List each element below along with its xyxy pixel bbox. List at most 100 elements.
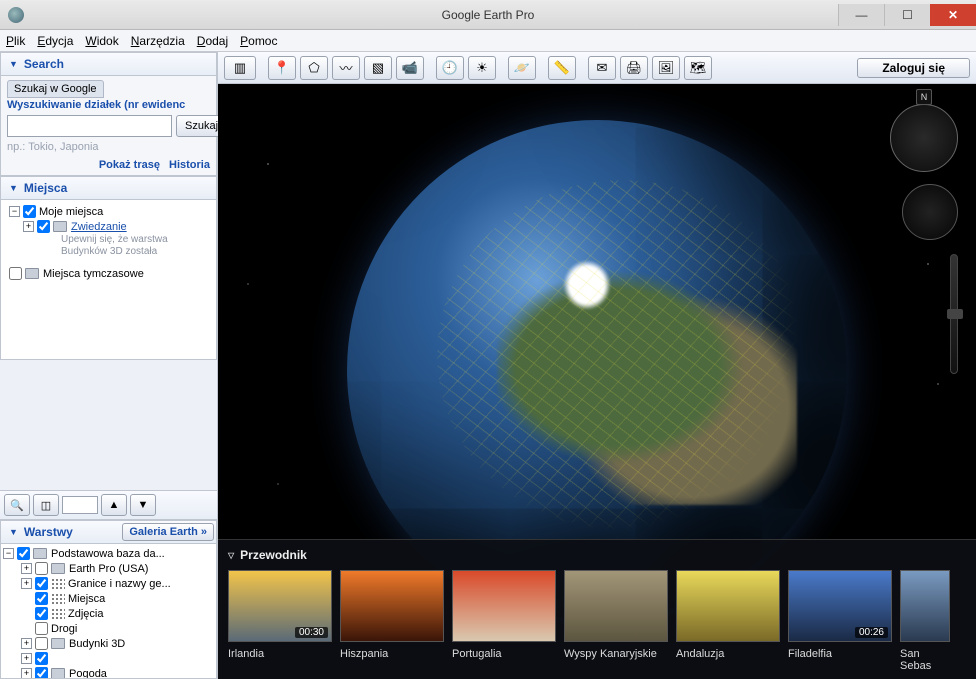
layer-checkbox[interactable] [35, 652, 48, 665]
guide-card[interactable]: Andaluzja [676, 570, 780, 672]
layer-label: Miejsca [68, 593, 105, 605]
tour-checkbox[interactable] [37, 220, 50, 233]
move-up-button[interactable]: ▲ [101, 494, 127, 516]
guide-card[interactable]: 00:26Filadelfia [788, 570, 892, 672]
guide-card[interactable]: 00:30Irlandia [228, 570, 332, 672]
places-toolbar: 🔍 ◫ ▲ ▼ [0, 490, 217, 520]
layer-checkbox[interactable] [35, 562, 48, 575]
layer-item[interactable]: + Budynki 3D [3, 636, 214, 651]
expand-icon[interactable]: + [21, 578, 32, 589]
guide-header[interactable]: ▽ Przewodnik [218, 540, 976, 570]
polygon-button[interactable]: ⬠ [300, 56, 328, 80]
guide-card-label: San Sebas [900, 648, 950, 672]
history-link[interactable]: Historia [169, 159, 210, 171]
print-button[interactable]: 🖨 [620, 56, 648, 80]
image-overlay-button[interactable]: ▧ [364, 56, 392, 80]
layer-item[interactable]: +Granice i nazwy ge... [3, 576, 214, 591]
places-temp[interactable]: Miejsca tymczasowe [5, 266, 212, 281]
compass-control[interactable] [890, 104, 958, 172]
opacity-slider[interactable] [62, 496, 98, 514]
layer-item[interactable]: Miejsca [3, 591, 214, 606]
guide-thumbnail[interactable]: 00:30 [228, 570, 332, 642]
expand-icon[interactable]: + [21, 638, 32, 649]
earth-gallery-button[interactable]: Galeria Earth » [122, 523, 214, 541]
layer-item[interactable]: Drogi [3, 621, 214, 636]
collapse-icon: ▽ [228, 551, 234, 560]
temp-label: Miejsca tymczasowe [43, 268, 144, 280]
show-route-link[interactable]: Pokaż trasę [99, 159, 160, 171]
guide-card-label: Portugalia [452, 648, 556, 660]
menu-tools[interactable]: Narzędzia [131, 34, 185, 48]
search-panel-header[interactable]: ▼ Search [0, 52, 217, 76]
folder-icon [51, 668, 65, 679]
layers-header-toggle[interactable]: ▼ Warstwy [1, 521, 120, 543]
search-tab-google[interactable]: Szukaj w Google [7, 80, 104, 98]
expand-icon[interactable]: − [3, 548, 14, 559]
my-places-checkbox[interactable] [23, 205, 36, 218]
temp-checkbox[interactable] [9, 267, 22, 280]
guide-thumbnail[interactable]: 00:26 [788, 570, 892, 642]
menu-help[interactable]: Pomoc [240, 34, 277, 48]
expand-icon[interactable]: + [21, 668, 32, 679]
menu-view[interactable]: Widok [85, 34, 118, 48]
move-down-button[interactable]: ▼ [130, 494, 156, 516]
historical-imagery-button[interactable]: 🕘 [436, 56, 464, 80]
earth-viewport[interactable]: ▽ Przewodnik 00:30IrlandiaHiszpania Portu… [218, 84, 976, 679]
search-parcels-link[interactable]: Wyszukiwanie działek (nr ewidenc [7, 99, 185, 111]
places-my-places[interactable]: − Moje miejsca [5, 204, 212, 219]
layers-root[interactable]: − Podstawowa baza da... [3, 546, 214, 561]
search-input[interactable] [7, 115, 172, 137]
layer-checkbox[interactable] [35, 577, 48, 590]
layer-checkbox[interactable] [35, 637, 48, 650]
placemark-button[interactable]: 📍 [268, 56, 296, 80]
places-search-button[interactable]: 🔍 [4, 494, 30, 516]
login-button[interactable]: Zaloguj się [857, 58, 970, 78]
layers-panel-header: ▼ Warstwy Galeria Earth » [0, 520, 217, 544]
places-split-button[interactable]: ◫ [33, 494, 59, 516]
places-tour[interactable]: + Zwiedzanie [5, 219, 212, 234]
path-button[interactable]: 〰 [332, 56, 360, 80]
save-image-button[interactable]: 🖼 [652, 56, 680, 80]
window-title: Google Earth Pro [0, 8, 976, 22]
layer-item[interactable]: + [3, 651, 214, 666]
record-tour-button[interactable]: 📹 [396, 56, 424, 80]
sunlight-button[interactable]: ☀ [468, 56, 496, 80]
layers-root-checkbox[interactable] [17, 547, 30, 560]
zoom-slider[interactable] [950, 254, 958, 374]
guide-thumbnail[interactable] [676, 570, 780, 642]
menu-file[interactable]: Plik [6, 34, 25, 48]
guide-card[interactable]: Hiszpania [340, 570, 444, 672]
layer-item[interactable]: Zdjęcia [3, 606, 214, 621]
expand-icon[interactable]: + [23, 221, 34, 232]
menu-edit[interactable]: Edycja [37, 34, 73, 48]
places-panel-header[interactable]: ▼ Miejsca [0, 176, 217, 200]
guide-thumbnail[interactable] [564, 570, 668, 642]
look-control[interactable] [902, 184, 958, 240]
layer-label: Earth Pro (USA) [69, 563, 148, 575]
layer-item[interactable]: +Pogoda [3, 666, 214, 679]
guide-card-label: Andaluzja [676, 648, 780, 660]
expand-icon[interactable]: − [9, 206, 20, 217]
ruler-button[interactable]: 📏 [548, 56, 576, 80]
view-in-maps-button[interactable]: 🗺 [684, 56, 712, 80]
tour-label[interactable]: Zwiedzanie [71, 221, 127, 233]
layer-checkbox[interactable] [35, 667, 48, 679]
expand-icon[interactable]: + [21, 653, 32, 664]
layer-checkbox[interactable] [35, 592, 48, 605]
email-button[interactable]: ✉ [588, 56, 616, 80]
guide-thumbnail[interactable] [340, 570, 444, 642]
layer-checkbox[interactable] [35, 622, 48, 635]
menu-add[interactable]: Dodaj [197, 34, 228, 48]
layer-label: Budynki 3D [69, 638, 125, 650]
layer-checkbox[interactable] [35, 607, 48, 620]
toggle-sidebar-button[interactable]: ▥ [224, 56, 256, 80]
guide-card[interactable]: Wyspy Kanaryjskie [564, 570, 668, 672]
planets-button[interactable]: 🪐 [508, 56, 536, 80]
guide-card[interactable]: San Sebas [900, 570, 950, 672]
guide-thumbnail[interactable] [900, 570, 950, 642]
guide-thumbnail[interactable] [452, 570, 556, 642]
menu-bar: Plik Edycja Widok Narzędzia Dodaj Pomoc [0, 30, 976, 52]
expand-icon[interactable]: + [21, 563, 32, 574]
guide-card[interactable]: Portugalia [452, 570, 556, 672]
layer-item[interactable]: + Earth Pro (USA) [3, 561, 214, 576]
